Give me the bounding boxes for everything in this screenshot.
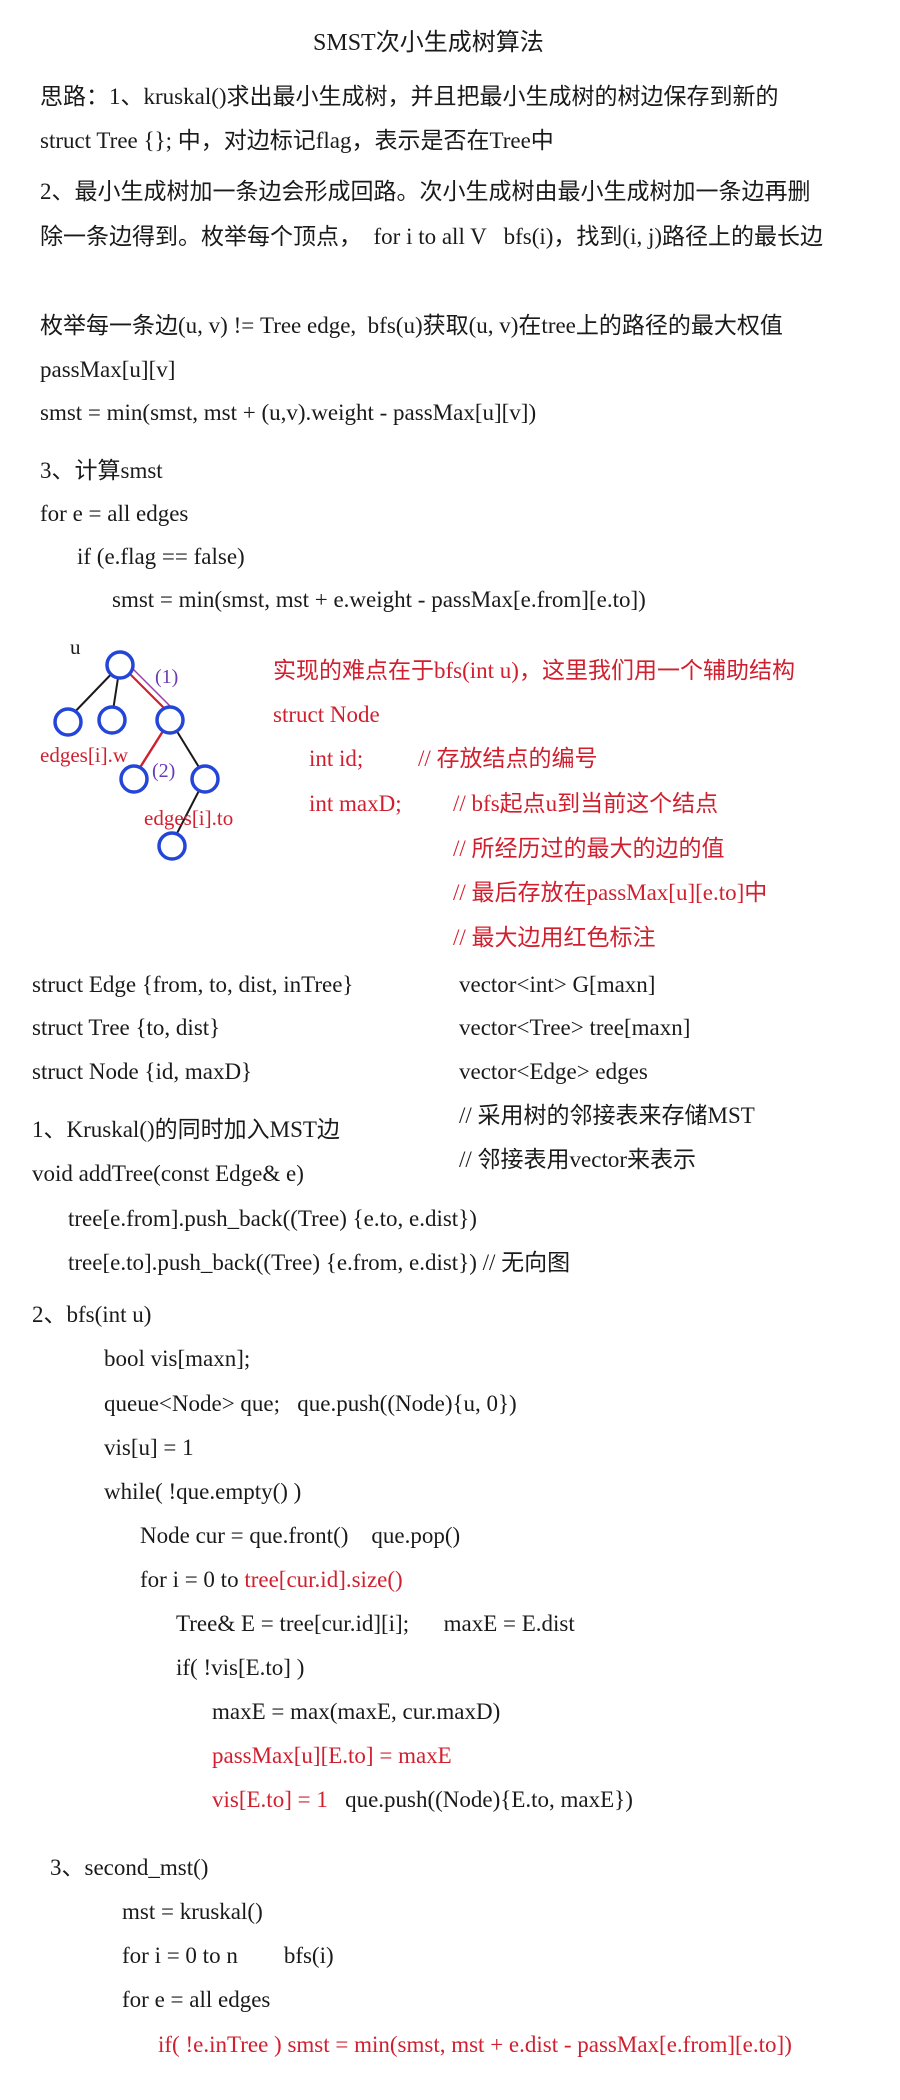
note-line-7: // 最大边用红色标注 <box>453 925 656 950</box>
code2-line-5: Node cur = que.front() que.pop() <box>140 1523 461 1548</box>
tree-node-u <box>105 650 135 680</box>
code3-line-4: if( !e.inTree ) smst = min(smst, mst + e… <box>158 2032 792 2057</box>
tree-node <box>53 707 83 737</box>
vector-tree: vector<Tree> tree[maxn] <box>459 1015 691 1040</box>
code2-line-6-prefix: for i = 0 to <box>140 1567 245 1592</box>
code3-line-1: mst = kruskal() <box>122 1899 263 1924</box>
comment-adjacency-1: // 采用树的邻接表来存储MST <box>459 1103 755 1128</box>
code2-line-11: vis[E.to] = 1 que.push((Node){E.to, maxE… <box>212 1785 633 1815</box>
code1-line-2: tree[e.from].push_back((Tree) {e.to, e.d… <box>68 1206 477 1231</box>
struct-edge: struct Edge {from, to, dist, inTree} <box>32 972 354 997</box>
code2-heading: 2、bfs(int u) <box>32 1302 152 1327</box>
note-line-5: // 所经历过的最大的边的值 <box>453 836 725 861</box>
code2-line-3: vis[u] = 1 <box>104 1435 194 1460</box>
code1-line-3: tree[e.to].push_back((Tree) {e.from, e.d… <box>68 1250 571 1275</box>
code2-line-11-highlight: vis[E.to] = 1 <box>212 1787 328 1812</box>
struct-node: struct Node {id, maxD} <box>32 1059 253 1084</box>
tree-node <box>157 831 187 861</box>
code2-line-9: maxE = max(maxE, cur.maxD) <box>212 1699 501 1724</box>
note-line-6: // 最后存放在passMax[u][e.to]中 <box>453 880 768 905</box>
code2-line-11-gap <box>328 1787 345 1812</box>
code3-line-2: for i = 0 to n bfs(i) <box>122 1943 334 1968</box>
code2-line-10: passMax[u][E.to] = maxE <box>212 1743 452 1768</box>
code2-line-4: while( !que.empty() ) <box>104 1479 302 1504</box>
code2-line-1: bool vis[maxn]; <box>104 1346 251 1371</box>
diagram-label-2: (2) <box>152 760 176 782</box>
vector-g: vector<int> G[maxn] <box>459 972 656 997</box>
note-line-3b: // 存放结点的编号 <box>418 746 598 771</box>
tree-node <box>155 705 185 735</box>
note-line-4a: int maxD; <box>309 791 402 816</box>
code2-line-8: if( !vis[E.to] ) <box>176 1655 305 1680</box>
diagram-label-1: (1) <box>155 666 179 688</box>
code2-line-6-highlight: tree[cur.id].size() <box>244 1567 403 1592</box>
code2-line-11-suffix: que.push((Node){E.to, maxE}) <box>345 1787 633 1812</box>
diagram-label-edge-to: edges[i].to <box>144 806 234 830</box>
struct-tree: struct Tree {to, dist} <box>32 1015 221 1040</box>
note-line-4b: // bfs起点u到当前这个结点 <box>453 791 719 816</box>
note-line-3a: int id; <box>309 746 364 771</box>
code2-line-6: for i = 0 to tree[cur.id].size() <box>140 1565 403 1595</box>
code3-line-3: for e = all edges <box>122 1987 271 2012</box>
code1-heading: 1、Kruskal()的同时加入MST边 <box>32 1117 340 1142</box>
comment-adjacency-2: // 邻接表用vector来表示 <box>459 1147 696 1172</box>
diagram-label-u: u <box>70 635 81 659</box>
note-line-2: struct Node <box>273 702 380 727</box>
vector-edges: vector<Edge> edges <box>459 1059 648 1084</box>
code3-heading: 3、second_mst() <box>50 1855 209 1880</box>
tree-node <box>97 705 127 735</box>
diagram-label-edge-weight: edges[i].w <box>40 743 129 767</box>
code2-line-2: queue<Node> que; que.push((Node){u, 0}) <box>104 1391 517 1416</box>
code2-line-7: Tree& E = tree[cur.id][i]; maxE = E.dist <box>176 1611 575 1636</box>
code1-line-1: void addTree(const Edge& e) <box>32 1161 304 1186</box>
note-line-1: 实现的难点在于bfs(int u)，这里我们用一个辅助结构 <box>273 658 795 683</box>
tree-node <box>190 764 220 794</box>
